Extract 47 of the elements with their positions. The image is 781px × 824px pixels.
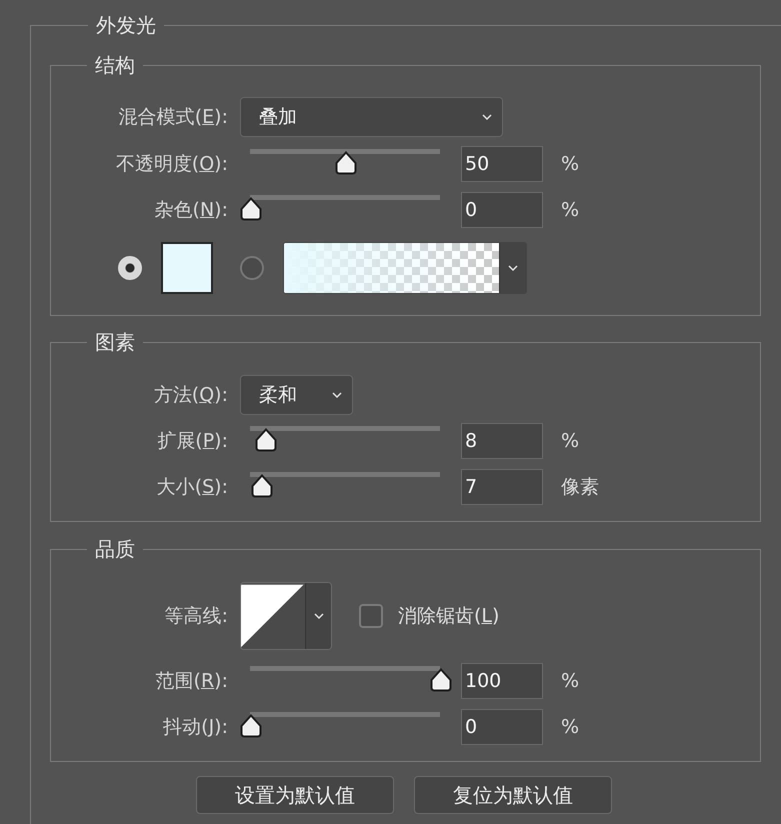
slider-thumb[interactable]: [251, 474, 274, 498]
slider-thumb[interactable]: [240, 714, 262, 738]
dropdown[interactable]: 柔和: [240, 375, 353, 415]
field-label: 大小(S):: [156, 475, 228, 500]
chevron-down-icon: [314, 613, 324, 619]
chevron-down-icon: [482, 114, 492, 120]
value-field[interactable]: 50: [461, 146, 543, 182]
group-title: 外发光: [95, 12, 157, 39]
slider-thumb[interactable]: [255, 428, 278, 452]
dialog-button[interactable]: 设置为默认值: [196, 776, 394, 814]
field-label: 抖动(J):: [162, 715, 228, 740]
unit-label: %: [561, 199, 580, 221]
field-label: 等高线:: [164, 604, 228, 629]
slider-thumb[interactable]: [240, 197, 262, 221]
gradient-picker[interactable]: [283, 242, 527, 294]
value-field[interactable]: 0: [461, 192, 543, 228]
value-field[interactable]: 100: [461, 663, 543, 699]
section-title: 品质: [94, 536, 136, 563]
color-swatch[interactable]: [161, 242, 213, 294]
dialog-button[interactable]: 复位为默认值: [414, 776, 612, 814]
field-label: 方法(Q):: [152, 383, 228, 408]
slider-thumb[interactable]: [430, 668, 452, 692]
unit-label: %: [561, 716, 580, 738]
field-label: 范围(R):: [154, 669, 228, 694]
radio-button[interactable]: [118, 256, 142, 280]
field-label: 混合模式(E):: [118, 105, 228, 130]
chevron-down-icon: [332, 392, 342, 398]
slider-thumb[interactable]: [335, 151, 357, 175]
field-label: 杂色(N):: [154, 198, 228, 223]
dropdown[interactable]: 叠加: [240, 97, 503, 137]
value-field[interactable]: 8: [461, 423, 543, 459]
section-title: 图素: [94, 329, 136, 356]
field-label: 扩展(P):: [156, 429, 228, 454]
section-title: 结构: [94, 52, 136, 79]
unit-label: %: [561, 153, 580, 175]
unit-label: %: [561, 670, 580, 692]
checkbox[interactable]: [359, 604, 383, 628]
unit-label: 像素: [561, 475, 599, 500]
contour-picker[interactable]: [240, 582, 332, 650]
radio-button[interactable]: [240, 256, 264, 280]
chevron-down-icon: [508, 265, 518, 271]
unit-label: %: [561, 430, 580, 452]
contour-curve-icon: [241, 583, 306, 649]
checkbox-label[interactable]: 消除锯齿(L): [398, 603, 500, 629]
value-field[interactable]: 0: [461, 709, 543, 745]
value-field[interactable]: 7: [461, 469, 543, 505]
field-label: 不透明度(O):: [114, 152, 228, 177]
